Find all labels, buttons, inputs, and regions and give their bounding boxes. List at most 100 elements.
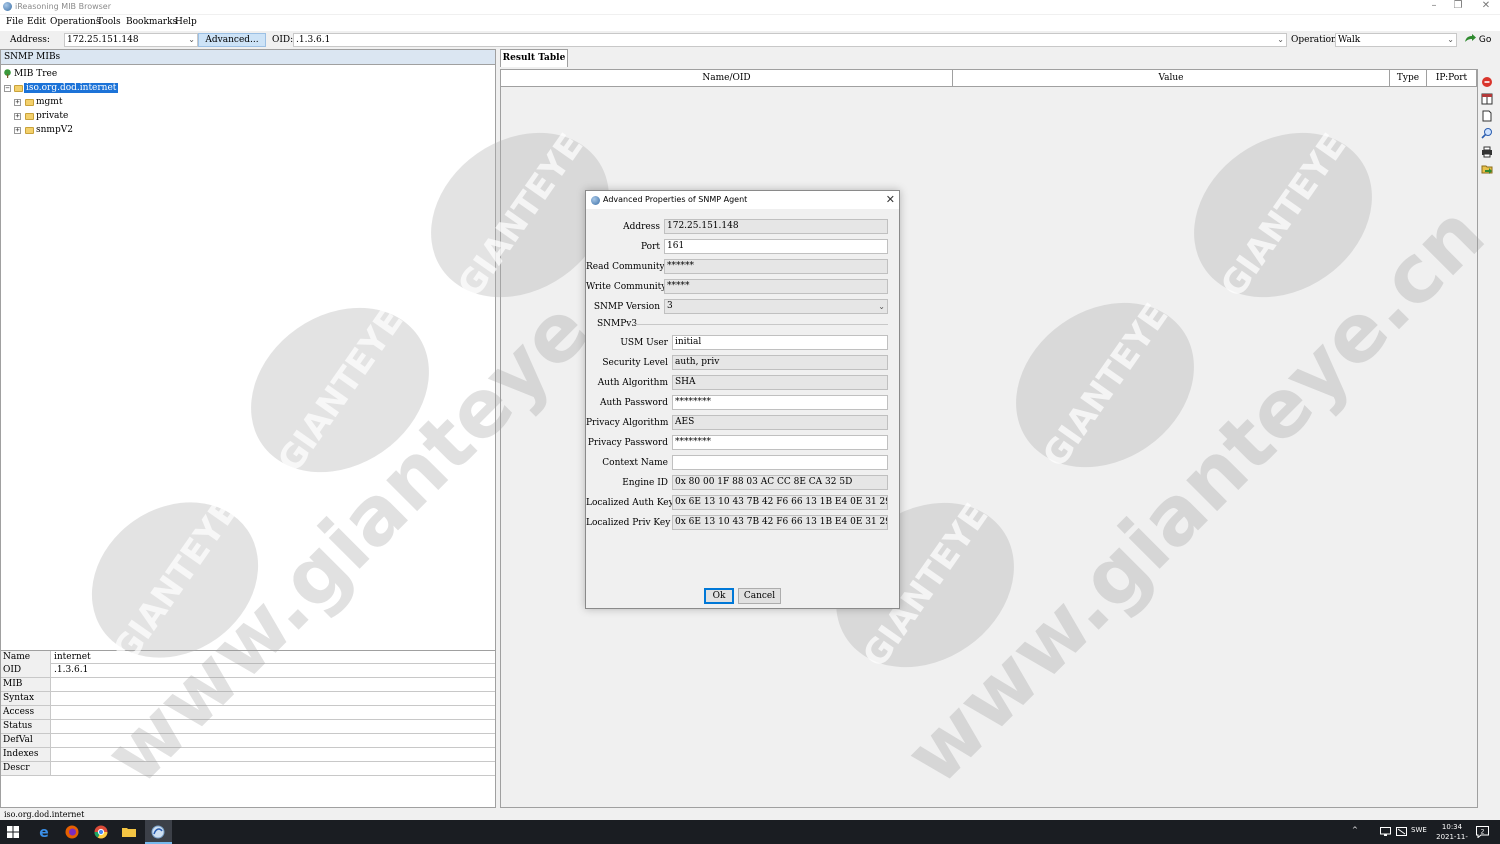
- column-header-type[interactable]: Type: [1390, 70, 1427, 87]
- localized-priv-key-field[interactable]: 0x 6E 13 10 43 7B 42 F6 66 13 1B E4 0E 3…: [672, 515, 888, 530]
- read-community-field[interactable]: ******: [664, 259, 888, 274]
- open-folder-icon[interactable]: [1481, 163, 1493, 175]
- folder-icon: [14, 85, 23, 92]
- menu-operations[interactable]: Operations: [50, 17, 100, 27]
- operations-value: Walk: [1338, 35, 1361, 45]
- expand-icon[interactable]: +: [14, 127, 21, 134]
- grid-export-icon[interactable]: [1481, 93, 1493, 105]
- clock[interactable]: 10:34 2021-11-09: [1432, 822, 1472, 844]
- property-key: OID: [1, 664, 51, 677]
- auth-algorithm-label: Auth Algorithm: [597, 378, 668, 388]
- menu-file[interactable]: File: [6, 17, 23, 27]
- privacy-password-field[interactable]: ********: [672, 435, 888, 450]
- property-row: Syntax: [1, 692, 495, 706]
- mib-browser-taskbar-icon[interactable]: [150, 824, 166, 840]
- go-button[interactable]: Go: [1464, 34, 1491, 45]
- folder-icon: [25, 127, 34, 134]
- search-icon[interactable]: [1481, 127, 1493, 139]
- stop-icon[interactable]: [1481, 76, 1493, 88]
- chevron-down-icon: ⌄: [1447, 35, 1454, 44]
- tab-result-table[interactable]: Result Table: [500, 49, 568, 67]
- mib-panel: SNMP MIBs MIB Tree − iso.org.dod.interne…: [0, 49, 496, 808]
- tree-item-mgmt[interactable]: mgmt: [36, 97, 62, 107]
- property-value: internet: [54, 652, 91, 662]
- collapse-icon[interactable]: −: [4, 85, 11, 92]
- firefox-icon[interactable]: [64, 824, 80, 840]
- expand-icon[interactable]: +: [14, 113, 21, 120]
- snmp-version-select[interactable]: 3 ⌄: [664, 299, 888, 314]
- group-divider: [634, 324, 888, 325]
- localized-priv-key-label: Localized Priv Key: [586, 518, 671, 528]
- privacy-algorithm-field[interactable]: AES: [672, 415, 888, 430]
- operations-select[interactable]: Walk ⌄: [1335, 33, 1457, 47]
- property-key: Access: [1, 706, 51, 719]
- security-level-field[interactable]: auth, priv: [672, 355, 888, 370]
- oid-value: .1.3.6.1: [296, 35, 331, 45]
- notification-icon[interactable]: 2: [1476, 826, 1489, 838]
- context-name-label: Context Name: [602, 458, 668, 468]
- localized-auth-key-field[interactable]: 0x 6E 13 10 43 7B 42 F6 66 13 1B E4 0E 3…: [672, 495, 888, 510]
- write-community-field[interactable]: *****: [664, 279, 888, 294]
- network-icon[interactable]: [1380, 827, 1391, 837]
- close-icon[interactable]: ✕: [886, 193, 895, 207]
- advanced-properties-dialog: Advanced Properties of SNMP Agent ✕ Addr…: [585, 190, 900, 609]
- chevron-up-icon[interactable]: ^: [1352, 826, 1358, 834]
- menu-tools[interactable]: Tools: [97, 17, 121, 27]
- privacy-algorithm-label: Privacy Algorithm: [586, 418, 669, 428]
- document-icon[interactable]: [1481, 110, 1493, 122]
- property-key: DefVal: [1, 734, 51, 747]
- edge-icon[interactable]: e: [36, 824, 52, 840]
- address-label: Address:: [10, 35, 50, 45]
- snmp-version-value: 3: [667, 301, 673, 311]
- chevron-down-icon: ⌄: [188, 35, 195, 44]
- menu-help[interactable]: Help: [175, 17, 197, 27]
- folder-icon: [25, 113, 34, 120]
- expand-icon[interactable]: +: [14, 99, 21, 106]
- column-header-value[interactable]: Value: [953, 70, 1390, 87]
- restore-icon[interactable]: ❐: [1444, 0, 1472, 14]
- engine-id-field[interactable]: 0x 80 00 1F 88 03 AC CC 8E CA 32 5D: [672, 475, 888, 490]
- volume-icon[interactable]: [1396, 827, 1407, 837]
- address-label: Address: [623, 222, 660, 232]
- snmpv3-group-label: SNMPv3: [597, 319, 638, 329]
- snmp-version-label: SNMP Version: [593, 302, 660, 312]
- language-indicator[interactable]: SWE: [1411, 826, 1427, 834]
- auth-algorithm-field[interactable]: SHA: [672, 375, 888, 390]
- printer-icon[interactable]: [1481, 146, 1493, 158]
- oid-label: OID:: [272, 35, 294, 45]
- address-combo[interactable]: 172.25.151.148 ⌄: [64, 33, 198, 47]
- windows-start-icon[interactable]: [6, 825, 20, 839]
- tree-root[interactable]: MIB Tree: [14, 69, 57, 79]
- chrome-icon[interactable]: [93, 824, 109, 840]
- address-field[interactable]: 172.25.151.148: [664, 219, 888, 234]
- property-value: [52, 720, 495, 733]
- auth-password-field[interactable]: ********: [672, 395, 888, 410]
- context-name-field[interactable]: [672, 455, 888, 470]
- tree-item-internet[interactable]: iso.org.dod.internet: [24, 83, 119, 93]
- usm-user-field[interactable]: initial: [672, 335, 888, 350]
- column-header-name-oid[interactable]: Name/OID: [501, 70, 953, 87]
- panel-header: SNMP MIBs: [1, 50, 495, 65]
- property-key: Status: [1, 720, 51, 733]
- advanced-button[interactable]: Advanced...: [198, 33, 266, 47]
- file-explorer-icon[interactable]: [121, 824, 137, 840]
- oid-combo[interactable]: .1.3.6.1 ⌄: [293, 33, 1287, 47]
- tree-item-private[interactable]: private: [36, 111, 68, 121]
- clock-time: 10:34: [1441, 823, 1463, 831]
- tree-item-internet-label: iso.org.dod.internet: [24, 83, 119, 93]
- close-icon[interactable]: ✕: [1472, 0, 1500, 14]
- column-header-ip-port[interactable]: IP:Port: [1427, 70, 1477, 87]
- menu-edit[interactable]: Edit: [27, 17, 46, 27]
- tree-item-snmpv2[interactable]: snmpV2: [36, 125, 73, 135]
- port-field[interactable]: 161: [664, 239, 888, 254]
- property-value: [52, 692, 495, 705]
- localized-auth-key-label: Localized Auth Key: [586, 498, 674, 508]
- menu-bar: File Edit Operations Tools Bookmarks Hel…: [0, 15, 1500, 31]
- menu-bookmarks[interactable]: Bookmarks: [126, 17, 177, 27]
- dialog-title-bar: Advanced Properties of SNMP Agent ✕: [586, 191, 899, 209]
- property-value: [52, 678, 495, 691]
- cancel-button[interactable]: Cancel: [738, 588, 781, 604]
- property-key: MIB: [1, 678, 51, 691]
- property-row: MIB: [1, 678, 495, 692]
- ok-button[interactable]: Ok: [704, 588, 734, 604]
